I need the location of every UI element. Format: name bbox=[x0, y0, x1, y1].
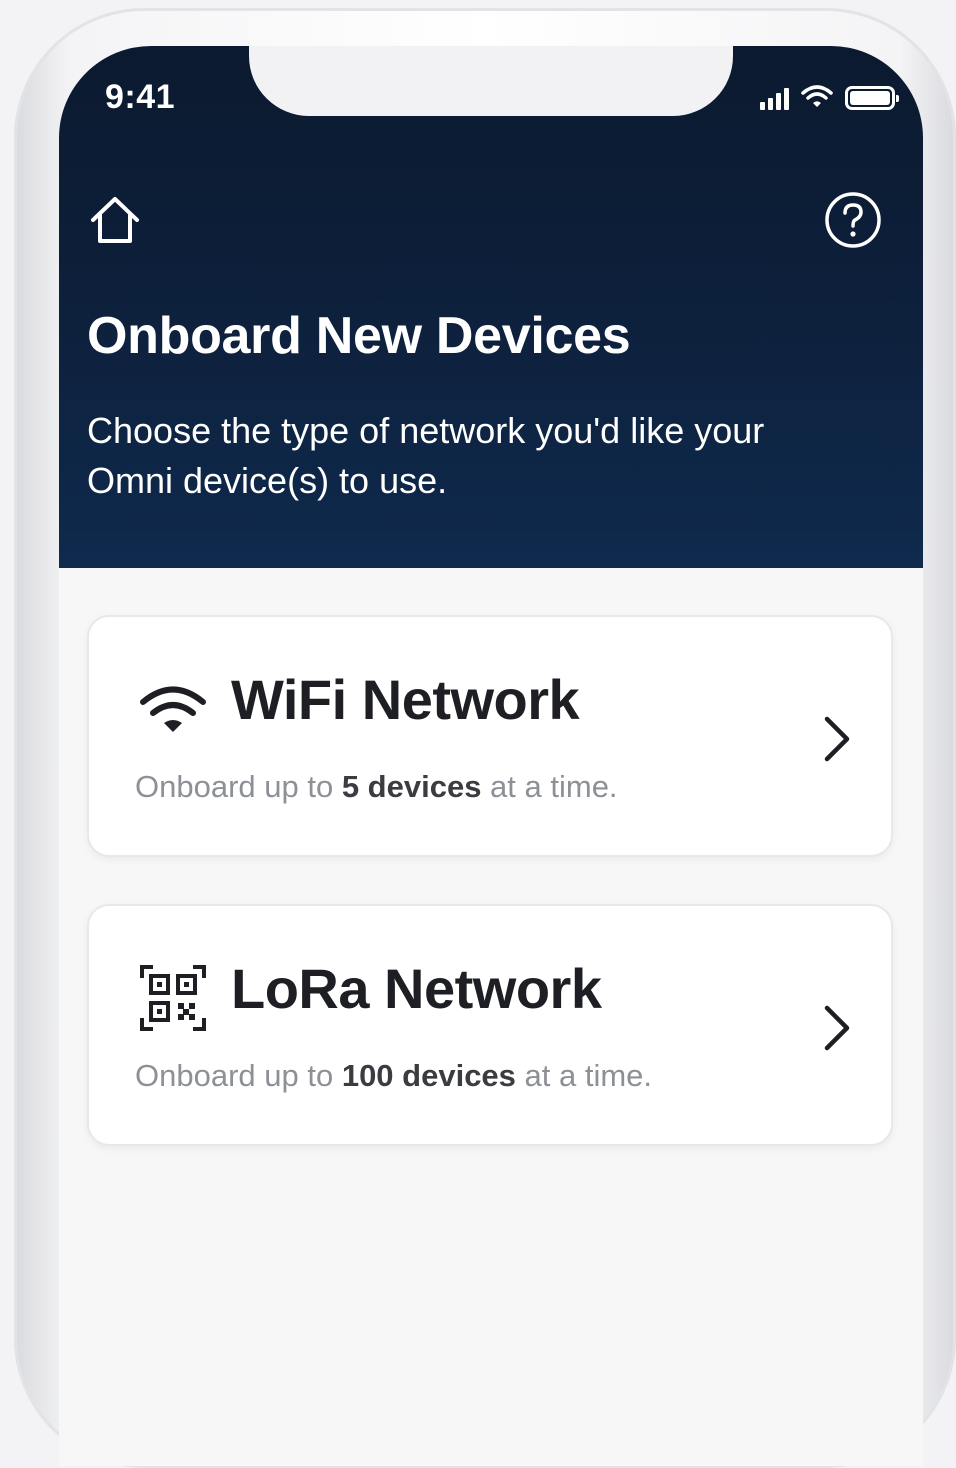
header: 9:41 Onboard New Devices Choose the type… bbox=[59, 46, 923, 568]
signal-icon bbox=[760, 86, 789, 110]
wifi-status-icon bbox=[801, 85, 833, 107]
chevron-right-icon bbox=[824, 716, 850, 762]
qr-code-icon bbox=[140, 965, 206, 1031]
page-subtitle: Choose the type of network you'd like yo… bbox=[87, 410, 765, 501]
option-description: Onboard up to 5 devices at a time. bbox=[135, 769, 618, 805]
description-suffix: at a time. bbox=[481, 769, 618, 804]
lora-network-option[interactable]: LoRa Network Onboard up to 100 devices a… bbox=[87, 904, 893, 1146]
page-title: Onboard New Devices bbox=[87, 307, 631, 365]
status-icons bbox=[760, 80, 899, 110]
option-title: LoRa Network bbox=[231, 957, 602, 1020]
option-title: WiFi Network bbox=[231, 668, 580, 731]
help-icon[interactable] bbox=[823, 190, 883, 250]
device-limit: 100 devices bbox=[341, 1058, 516, 1093]
description-suffix: at a time. bbox=[515, 1058, 653, 1093]
description-prefix: Onboard up to bbox=[135, 769, 342, 804]
chevron-right-icon bbox=[824, 1005, 850, 1051]
option-description: Onboard up to 100 devices at a time. bbox=[135, 1058, 652, 1094]
status-time: 9:41 bbox=[105, 78, 176, 116]
app-screen: 9:41 Onboard New Devices Choose the type… bbox=[59, 46, 923, 1466]
device-limit: 5 devices bbox=[341, 769, 482, 804]
home-icon[interactable] bbox=[85, 190, 145, 250]
wifi-icon bbox=[140, 686, 206, 732]
wifi-network-option[interactable]: WiFi Network Onboard up to 5 devices at … bbox=[87, 615, 893, 857]
battery-icon bbox=[845, 86, 899, 110]
phone-notch bbox=[249, 46, 733, 116]
description-prefix: Onboard up to bbox=[135, 1058, 342, 1093]
